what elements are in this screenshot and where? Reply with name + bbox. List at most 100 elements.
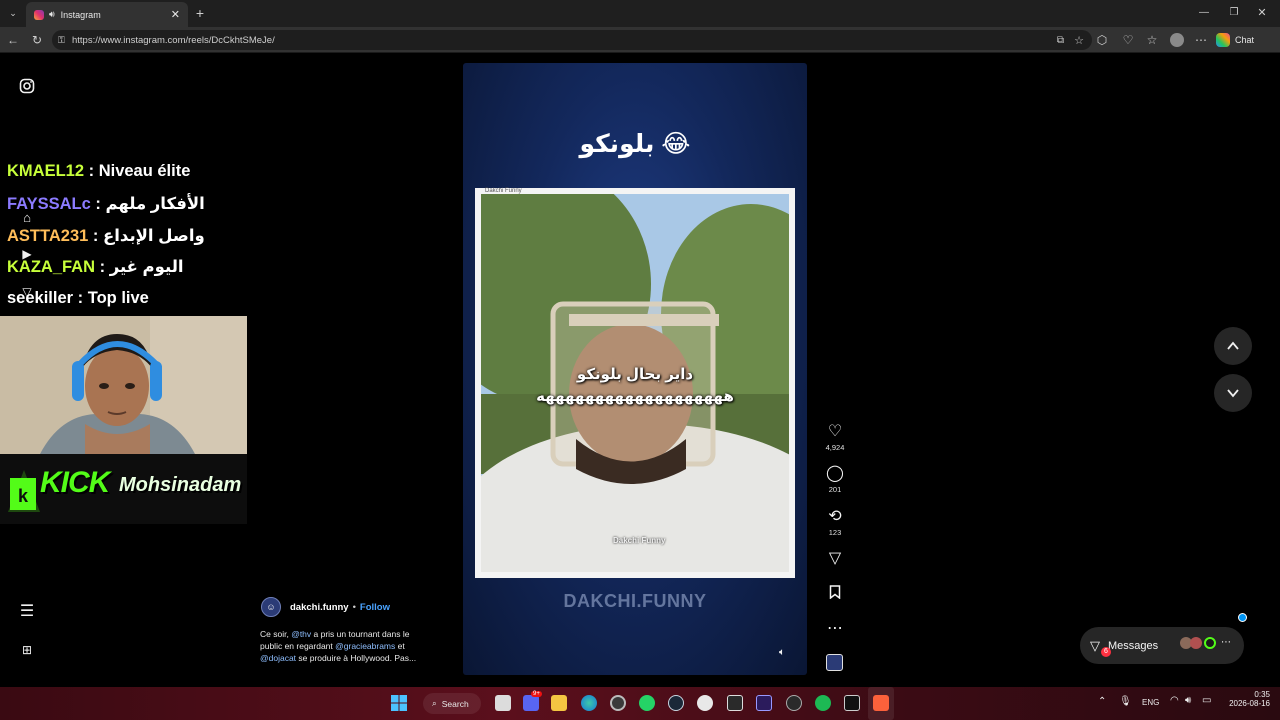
like-button[interactable]: ♡ 4,924: [822, 423, 848, 452]
premiere-icon[interactable]: [756, 695, 772, 711]
new-tab-icon[interactable]: +: [192, 3, 208, 23]
task-view-icon[interactable]: [495, 695, 511, 711]
app-install-icon[interactable]: ⧉: [1057, 35, 1064, 46]
author-name[interactable]: dakchi.funny: [290, 602, 349, 613]
language-indicator[interactable]: ENG: [1142, 698, 1159, 707]
more-dots-icon: ⋯: [827, 620, 843, 637]
capcut-icon[interactable]: [844, 695, 860, 711]
audio-thumbnail[interactable]: [826, 654, 843, 671]
spotify-icon[interactable]: [815, 695, 831, 711]
instagram-page: ⌂ ▶ ▽ ☰ ⊞ KMAEL12 : Niveau élite FAYSSAL…: [0, 54, 1280, 687]
copilot-icon: [1216, 33, 1230, 47]
author-avatar[interactable]: ☺: [261, 597, 281, 617]
reel-inner-frame: Dakchi Funny داير بحال بلونكو هههههههههه…: [475, 188, 795, 578]
next-reel-button[interactable]: [1214, 374, 1252, 412]
previous-reel-button[interactable]: [1214, 327, 1252, 365]
back-icon[interactable]: ←: [6, 30, 20, 50]
author-row: ☺ dakchi.funny • Follow: [261, 597, 390, 617]
repost-icon: ⟲: [828, 508, 842, 525]
chat-separator: :: [88, 227, 103, 245]
chat-line: ASTTA231 : واصل الإبداع: [7, 226, 205, 246]
maximize-icon[interactable]: ❐: [1226, 3, 1242, 23]
clock-date: 2026-08-16: [1229, 699, 1270, 708]
desc-text: et: [395, 641, 405, 651]
chat-user: KMAEL12: [7, 162, 85, 180]
tray-overflow-icon[interactable]: ⌃: [1098, 696, 1106, 707]
mention-link[interactable]: @thv: [291, 629, 311, 639]
messages-unread-badge: 6: [1101, 647, 1111, 657]
reel-caption-line: داير بحال بلونكو: [576, 366, 694, 383]
share-button[interactable]: ▽: [822, 550, 848, 568]
discord-badge: 9+: [531, 691, 542, 697]
comment-icon: ◯: [826, 465, 844, 482]
profile-avatar[interactable]: [1170, 33, 1184, 47]
clock[interactable]: 0:35 2026-08-16: [1229, 690, 1270, 708]
messages-avatar: [1204, 637, 1216, 649]
davinci-icon[interactable]: [786, 695, 802, 711]
speaker-icon[interactable]: 🔊︎: [49, 9, 55, 20]
copilot-button[interactable]: Chat: [1216, 32, 1254, 48]
steam-icon[interactable]: [668, 695, 684, 711]
browser-tab[interactable]: 🔊︎ Instagram ✕: [26, 2, 188, 27]
desc-text: se produire à Hollywood. Pas...: [296, 653, 417, 663]
epic-games-icon[interactable]: [727, 695, 743, 711]
edge-icon[interactable]: [581, 695, 597, 711]
site-info-icon[interactable]: ⚿: [58, 35, 65, 46]
chat-message: Niveau élite: [98, 162, 191, 180]
file-explorer-icon[interactable]: [551, 695, 567, 711]
kick-channel-name: Mohsinadam: [119, 474, 242, 496]
more-options-icon[interactable]: ⋯: [1194, 30, 1208, 50]
chat-separator: :: [73, 289, 88, 307]
share-icon: ▽: [828, 550, 842, 567]
chat-user: seekiller: [7, 289, 74, 307]
wifi-icon[interactable]: ◠: [1170, 695, 1179, 706]
url-field[interactable]: ⚿ https://www.instagram.com/reels/DcCkht…: [52, 30, 1092, 50]
reel-video-player[interactable]: بلونكو 😂 Dakchi Funny داير بحال بلونكو ه…: [463, 63, 807, 675]
microphone-icon[interactable]: 🎙︎: [1119, 696, 1132, 707]
mention-link[interactable]: @dojacat: [260, 653, 296, 663]
menu-icon[interactable]: ☰: [17, 602, 37, 622]
more-options-button[interactable]: ⋯: [822, 620, 848, 638]
battery-icon[interactable]: ▭: [1202, 695, 1211, 706]
also-from-meta-icon[interactable]: ⊞: [17, 640, 37, 660]
chat-message: اليوم غير: [109, 258, 184, 276]
browser-tab-bar: ⌄ 🔊︎ Instagram ✕ + — ❐ ✕: [0, 0, 1280, 27]
comment-button[interactable]: ◯ 201: [822, 465, 848, 494]
start-icon[interactable]: [391, 695, 407, 711]
favorites-icon[interactable]: ☆: [1145, 30, 1159, 50]
discord-icon[interactable]: [523, 695, 539, 711]
follow-button[interactable]: Follow: [360, 602, 390, 613]
tab-actions-icon[interactable]: ⌄: [5, 3, 21, 23]
copilot-label: Chat: [1235, 35, 1255, 45]
mute-toggle-icon[interactable]: 🔈︎: [779, 647, 785, 658]
save-button[interactable]: [822, 585, 848, 603]
chat-user: ASTTA231: [7, 227, 89, 245]
taskbar-search[interactable]: ⌕ Search: [423, 693, 481, 714]
messages-more-icon: ⋯: [1221, 637, 1231, 648]
repost-button[interactable]: ⟲ 123: [822, 508, 848, 537]
mention-link[interactable]: @gracieabrams: [335, 641, 395, 651]
chat-message: الأفكار ملهم: [105, 195, 205, 213]
chatgpt-icon[interactable]: [697, 695, 713, 711]
chat-line: seekiller : Top live: [7, 289, 149, 308]
whatsapp-icon[interactable]: [639, 695, 655, 711]
volume-icon[interactable]: 🔊︎: [1185, 695, 1191, 706]
repost-count: 123: [828, 528, 842, 537]
reload-icon[interactable]: ↻: [30, 30, 44, 50]
favorite-star-icon[interactable]: ☆: [1074, 34, 1084, 47]
tab-close-icon[interactable]: ✕: [171, 8, 180, 21]
reel-watermark: DAKCHI.FUNNY: [563, 591, 707, 611]
browser-essentials-icon[interactable]: ♡: [1121, 30, 1135, 50]
svg-text:k: k: [18, 486, 29, 506]
tab-title: Instagram: [60, 9, 101, 20]
extensions-icon[interactable]: ⬡: [1095, 30, 1109, 50]
messages-button[interactable]: ▽ Messages ⋯: [1080, 627, 1244, 664]
chat-line: FAYSSALc : الأفكار ملهم: [7, 194, 205, 214]
close-window-icon[interactable]: ✕: [1254, 3, 1270, 23]
minimize-icon[interactable]: —: [1196, 3, 1212, 23]
reel-description[interactable]: Ce soir, @thv a pris un tournant dans le…: [260, 628, 430, 664]
messages-icon: ▽: [1090, 637, 1100, 653]
instagram-logo-icon[interactable]: [17, 78, 37, 98]
chat-line: KAZA_FAN : اليوم غير: [7, 257, 184, 277]
obs-icon[interactable]: [610, 695, 626, 711]
